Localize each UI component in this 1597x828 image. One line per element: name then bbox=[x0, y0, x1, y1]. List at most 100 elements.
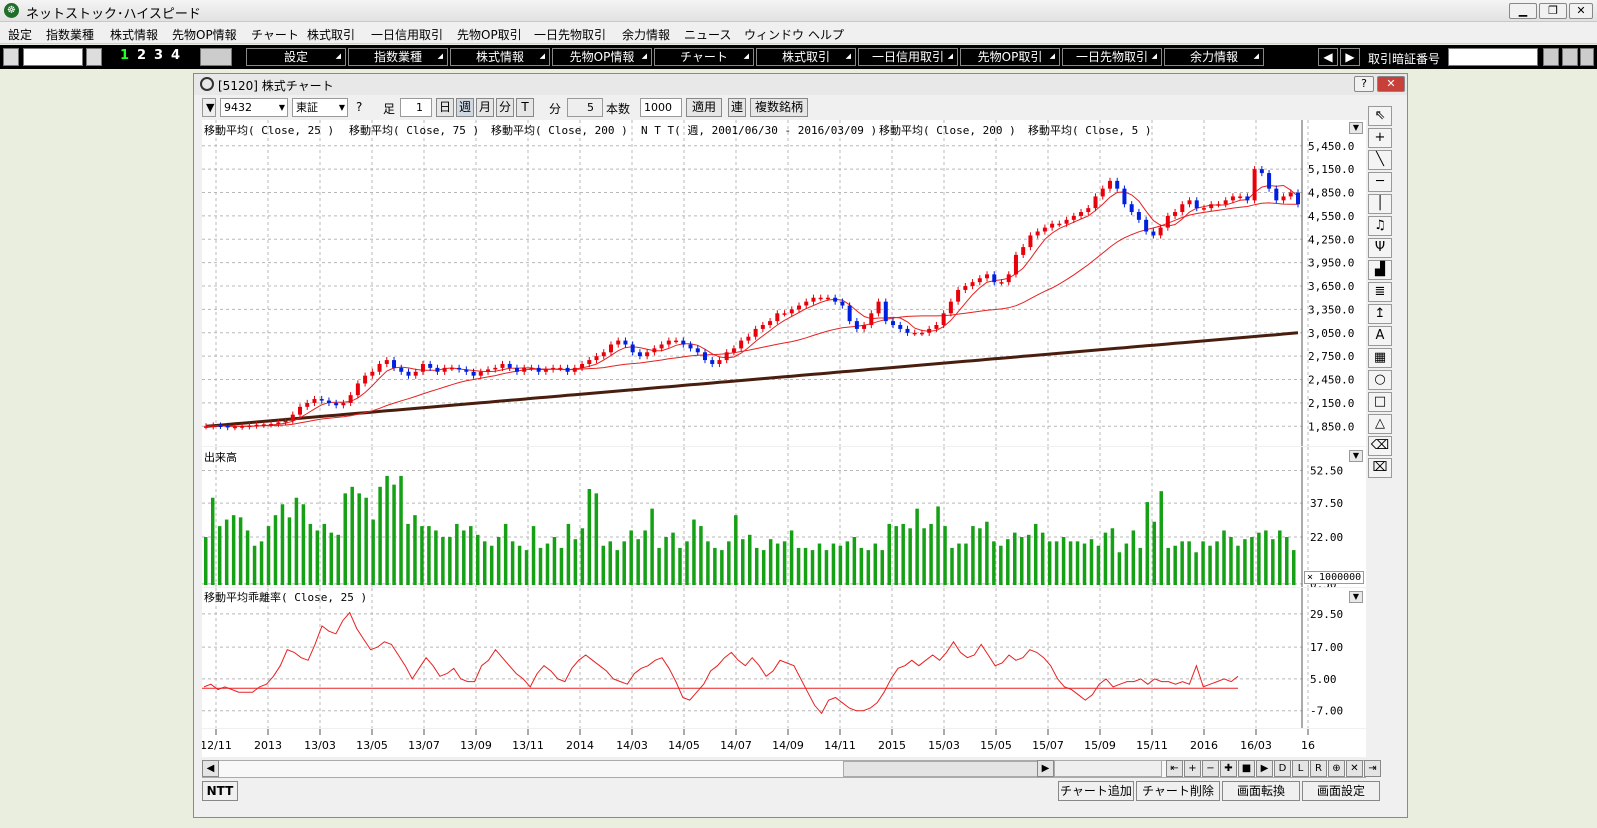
move-icon[interactable]: ✚ bbox=[1220, 760, 1237, 777]
zoom-first-icon[interactable]: ⇤ bbox=[1166, 760, 1183, 777]
grid-tool-icon[interactable]: ▦ bbox=[1368, 348, 1392, 368]
text-tool-icon[interactable]: A bbox=[1368, 326, 1392, 346]
triangle-tool-icon[interactable]: △ bbox=[1368, 414, 1392, 434]
tb-lock-icon[interactable] bbox=[1562, 48, 1578, 66]
bell-tool-icon[interactable]: ♫ bbox=[1368, 216, 1392, 236]
hline-tool-icon[interactable]: ─ bbox=[1368, 172, 1392, 192]
tb-futures-trade-button[interactable]: 先物OP取引 ◢ bbox=[960, 48, 1060, 66]
price-chart[interactable]: 5,450.0 5,150.0 4,850.0 4,550.0 4,250.0 3,950… bbox=[202, 120, 1366, 446]
zoom-slider[interactable] bbox=[1054, 760, 1162, 777]
fib-tool-icon[interactable]: ≣ bbox=[1368, 282, 1392, 302]
stock-name-tab[interactable]: NTT bbox=[202, 781, 238, 801]
apply-button[interactable]: 適用 bbox=[686, 98, 722, 117]
scroll-l-button[interactable]: L bbox=[1292, 760, 1309, 777]
tb-margin-info-button[interactable]: 余力情報 ◢ bbox=[1164, 48, 1264, 66]
tb-day-futures-button[interactable]: 一日先物取引 ◢ bbox=[1062, 48, 1162, 66]
add-chart-button[interactable]: チャート追加 bbox=[1058, 781, 1134, 801]
play-icon[interactable]: ▶ bbox=[1256, 760, 1273, 777]
cycle-tool-icon[interactable]: ↥ bbox=[1368, 304, 1392, 324]
steps-tool-icon[interactable]: ▟ bbox=[1368, 260, 1392, 280]
scroll-thumb[interactable] bbox=[843, 761, 1053, 777]
tb-index-button[interactable]: 指数業種 ◢ bbox=[348, 48, 448, 66]
menu-futures-info[interactable]: 先物OP情報 bbox=[172, 26, 237, 43]
chart-close-button[interactable]: ✕ bbox=[1377, 76, 1405, 92]
period-month-button[interactable]: 月 bbox=[476, 98, 494, 117]
tb-tool-icon[interactable] bbox=[1543, 48, 1559, 66]
layout-icon[interactable] bbox=[3, 48, 19, 66]
crosshair-tool-icon[interactable]: + bbox=[1368, 128, 1392, 148]
fan-tool-icon[interactable]: Ψ bbox=[1368, 238, 1392, 258]
zoom-in-icon[interactable]: + bbox=[1184, 760, 1201, 777]
chart-help-button[interactable]: ? bbox=[1354, 76, 1374, 92]
zoom-out-icon[interactable]: − bbox=[1202, 760, 1219, 777]
pin-input[interactable] bbox=[1448, 48, 1538, 66]
stop-icon[interactable]: ■ bbox=[1238, 760, 1255, 777]
multi-symbol-button[interactable]: 複数銘柄 bbox=[750, 98, 808, 117]
code-dropdown-icon[interactable]: ▼ bbox=[202, 98, 216, 117]
volume-panel-menu-icon[interactable]: ▼ bbox=[1349, 450, 1363, 462]
quick-select[interactable] bbox=[23, 48, 83, 66]
menu-day-futures[interactable]: 一日先物取引 bbox=[534, 26, 606, 43]
period-minute-button[interactable]: 分 bbox=[496, 98, 514, 117]
camera-icon[interactable] bbox=[86, 48, 102, 66]
screen-2-button[interactable]: 2 bbox=[137, 48, 146, 63]
cursor-tool-icon[interactable]: ⇖ bbox=[1368, 106, 1392, 126]
period-tick-button[interactable]: T bbox=[516, 98, 534, 117]
screen-1-button[interactable]: 1 bbox=[120, 48, 129, 63]
menu-help[interactable]: ヘルプ bbox=[808, 26, 844, 43]
scroll-left-icon[interactable]: ◀ bbox=[202, 760, 219, 777]
period-day-button[interactable]: 日 bbox=[436, 98, 454, 117]
period-week-button[interactable]: 週 bbox=[456, 98, 474, 117]
screen-settings-button[interactable]: 画面設定 bbox=[1302, 781, 1380, 801]
tb-sound-icon[interactable] bbox=[1580, 48, 1594, 66]
ashi-input[interactable]: 1 bbox=[400, 98, 432, 117]
menu-futures-trade[interactable]: 先物OP取引 bbox=[457, 26, 522, 43]
scroll-d-button[interactable]: D bbox=[1274, 760, 1291, 777]
eraser-tool-icon[interactable]: ⌫ bbox=[1368, 436, 1392, 456]
scroll-r-button[interactable]: R bbox=[1310, 760, 1327, 777]
tb-chart-button[interactable]: チャート ◢ bbox=[654, 48, 754, 66]
scroll-right-icon[interactable]: ▶ bbox=[1037, 760, 1054, 777]
menu-stock-trade[interactable]: 株式取引 bbox=[307, 26, 355, 43]
ellipse-tool-icon[interactable]: ○ bbox=[1368, 370, 1392, 390]
screen-3-button[interactable]: 3 bbox=[154, 48, 163, 63]
menu-margin-info[interactable]: 余力情報 bbox=[622, 26, 670, 43]
rect-tool-icon[interactable]: □ bbox=[1368, 392, 1392, 412]
minimize-button[interactable]: ▁ bbox=[1509, 3, 1537, 19]
volume-chart[interactable]: 52.5037.5022.000.50 bbox=[202, 447, 1366, 591]
clear-icon[interactable]: ✕ bbox=[1346, 760, 1363, 777]
tb-margin-trade-button[interactable]: 一日信用取引 ◢ bbox=[858, 48, 958, 66]
menu-margin-trade[interactable]: 一日信用取引 bbox=[371, 26, 443, 43]
menu-chart[interactable]: チャート bbox=[251, 26, 299, 43]
tb-prev-icon[interactable]: ◀ bbox=[1318, 48, 1338, 66]
tb-settings-button[interactable]: 設定 ◢ bbox=[246, 48, 346, 66]
menu-news[interactable]: ニュース bbox=[684, 26, 731, 43]
menu-window[interactable]: ウィンドウ bbox=[744, 26, 804, 43]
screen-4-button[interactable]: 4 bbox=[171, 48, 180, 63]
deviation-chart[interactable]: 29.50 17.00 5.00 -7.00 bbox=[202, 588, 1366, 728]
zoom-glass-icon[interactable]: ⊕ bbox=[1328, 760, 1345, 777]
eraser-all-tool-icon[interactable]: ⌧ bbox=[1368, 458, 1392, 478]
switch-screen-button[interactable]: 画面転換 bbox=[1222, 781, 1300, 801]
tb-next-icon[interactable]: ▶ bbox=[1340, 48, 1360, 66]
help-mark[interactable]: ? bbox=[356, 100, 362, 114]
tb-stock-info-button[interactable]: 株式情報 ◢ bbox=[450, 48, 550, 66]
code-input[interactable]: 9432 ▼ bbox=[220, 98, 288, 117]
tb-futures-info-button[interactable]: 先物OP情報 ◢ bbox=[552, 48, 652, 66]
menu-stock-info[interactable]: 株式情報 bbox=[110, 26, 158, 43]
zoom-last-icon[interactable]: ⇥ bbox=[1364, 760, 1381, 777]
menu-index[interactable]: 指数業種 bbox=[46, 26, 94, 43]
market-select[interactable]: 東証 ▼ bbox=[292, 98, 348, 117]
count-input[interactable]: 1000 bbox=[640, 98, 682, 117]
vline-tool-icon[interactable]: │ bbox=[1368, 194, 1392, 214]
trendline-tool-icon[interactable]: ╲ bbox=[1368, 150, 1392, 170]
close-button[interactable]: ✕ bbox=[1569, 3, 1593, 19]
tb-stock-trade-button[interactable]: 株式取引 ◢ bbox=[756, 48, 856, 66]
remove-chart-button[interactable]: チャート削除 bbox=[1136, 781, 1220, 801]
price-panel-menu-icon[interactable]: ▼ bbox=[1349, 122, 1363, 134]
restore-button[interactable]: ❐ bbox=[1539, 3, 1567, 19]
window-list-icon[interactable] bbox=[200, 48, 232, 66]
deviation-panel-menu-icon[interactable]: ▼ bbox=[1349, 591, 1363, 603]
link-button[interactable]: 連 bbox=[728, 98, 746, 117]
fun-input[interactable]: 5 bbox=[567, 98, 603, 117]
